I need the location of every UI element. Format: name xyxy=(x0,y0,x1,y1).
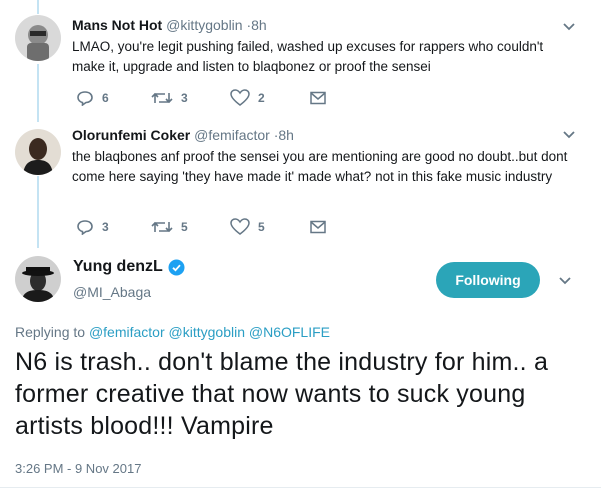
tweet-actions: 6 3 2 xyxy=(76,89,326,106)
thread-line-middle xyxy=(37,64,39,122)
author-name[interactable]: Mans Not Hot xyxy=(72,17,162,33)
chevron-down-icon[interactable] xyxy=(558,276,572,286)
tweet-text: LMAO, you're legit pushing failed, washe… xyxy=(72,39,544,74)
reply-button[interactable]: 6 xyxy=(76,90,151,106)
verified-badge-icon xyxy=(168,259,185,275)
mention-link[interactable]: @N6OFLIFE xyxy=(249,324,330,340)
direct-message-button[interactable] xyxy=(310,220,326,234)
envelope-icon xyxy=(310,91,326,104)
chevron-down-icon[interactable] xyxy=(562,130,576,140)
following-button[interactable]: Following xyxy=(436,262,540,298)
author-name[interactable]: Olorunfemi Coker xyxy=(72,127,190,143)
tweet-actions: 3 5 5 xyxy=(76,218,326,235)
mention-link[interactable]: @femifactor xyxy=(89,324,165,340)
like-count: 2 xyxy=(258,90,265,105)
chevron-down-icon[interactable] xyxy=(562,22,576,32)
replying-to-line: Replying to @femifactor @kittygoblin @N6… xyxy=(15,324,330,340)
heart-icon xyxy=(230,218,250,235)
main-author-handle[interactable]: @MI_Abaga xyxy=(73,284,151,300)
reply-icon xyxy=(77,219,93,235)
reply-tweet: Olorunfemi Coker @femifactor ·8h the bla… xyxy=(72,126,572,187)
avatar[interactable] xyxy=(15,129,61,175)
tweet-time[interactable]: ·8h xyxy=(246,17,266,33)
avatar[interactable] xyxy=(15,15,61,61)
reply-count: 6 xyxy=(102,90,109,105)
direct-message-button[interactable] xyxy=(310,91,326,105)
main-author-name[interactable]: Yung denzL xyxy=(73,258,185,276)
retweet-count: 5 xyxy=(181,219,188,234)
retweet-button[interactable]: 3 xyxy=(151,90,230,106)
retweet-count: 3 xyxy=(181,90,188,105)
author-handle[interactable]: @femifactor xyxy=(194,127,270,143)
main-tweet-text: N6 is trash.. don't blame the industry f… xyxy=(15,348,549,440)
avatar[interactable] xyxy=(15,256,61,302)
like-button[interactable]: 2 xyxy=(230,89,310,106)
reply-tweet: Mans Not Hot @kittygoblin ·8h LMAO, you'… xyxy=(72,16,572,77)
thread-line-top xyxy=(37,0,39,14)
reply-icon xyxy=(77,90,93,106)
heart-icon xyxy=(230,89,250,106)
tweet-time[interactable]: ·8h xyxy=(274,127,294,143)
like-count: 5 xyxy=(258,219,265,234)
tweet-text: the blaqbones anf proof the sensei you a… xyxy=(72,149,568,184)
like-button[interactable]: 5 xyxy=(230,218,310,235)
divider xyxy=(0,487,601,488)
retweet-button[interactable]: 5 xyxy=(151,219,230,235)
reply-count: 3 xyxy=(102,219,109,234)
mention-link[interactable]: @kittygoblin xyxy=(169,324,245,340)
main-author-name-text[interactable]: Yung denzL xyxy=(73,258,163,276)
replying-to-label: Replying to xyxy=(15,324,86,340)
thread-line-bottom xyxy=(37,176,39,248)
tweet-timestamp[interactable]: 3:26 PM - 9 Nov 2017 xyxy=(15,461,141,476)
author-handle[interactable]: @kittygoblin xyxy=(166,17,242,33)
retweet-icon xyxy=(151,92,173,103)
retweet-icon xyxy=(151,221,173,232)
envelope-icon xyxy=(310,220,326,233)
reply-button[interactable]: 3 xyxy=(76,219,151,235)
